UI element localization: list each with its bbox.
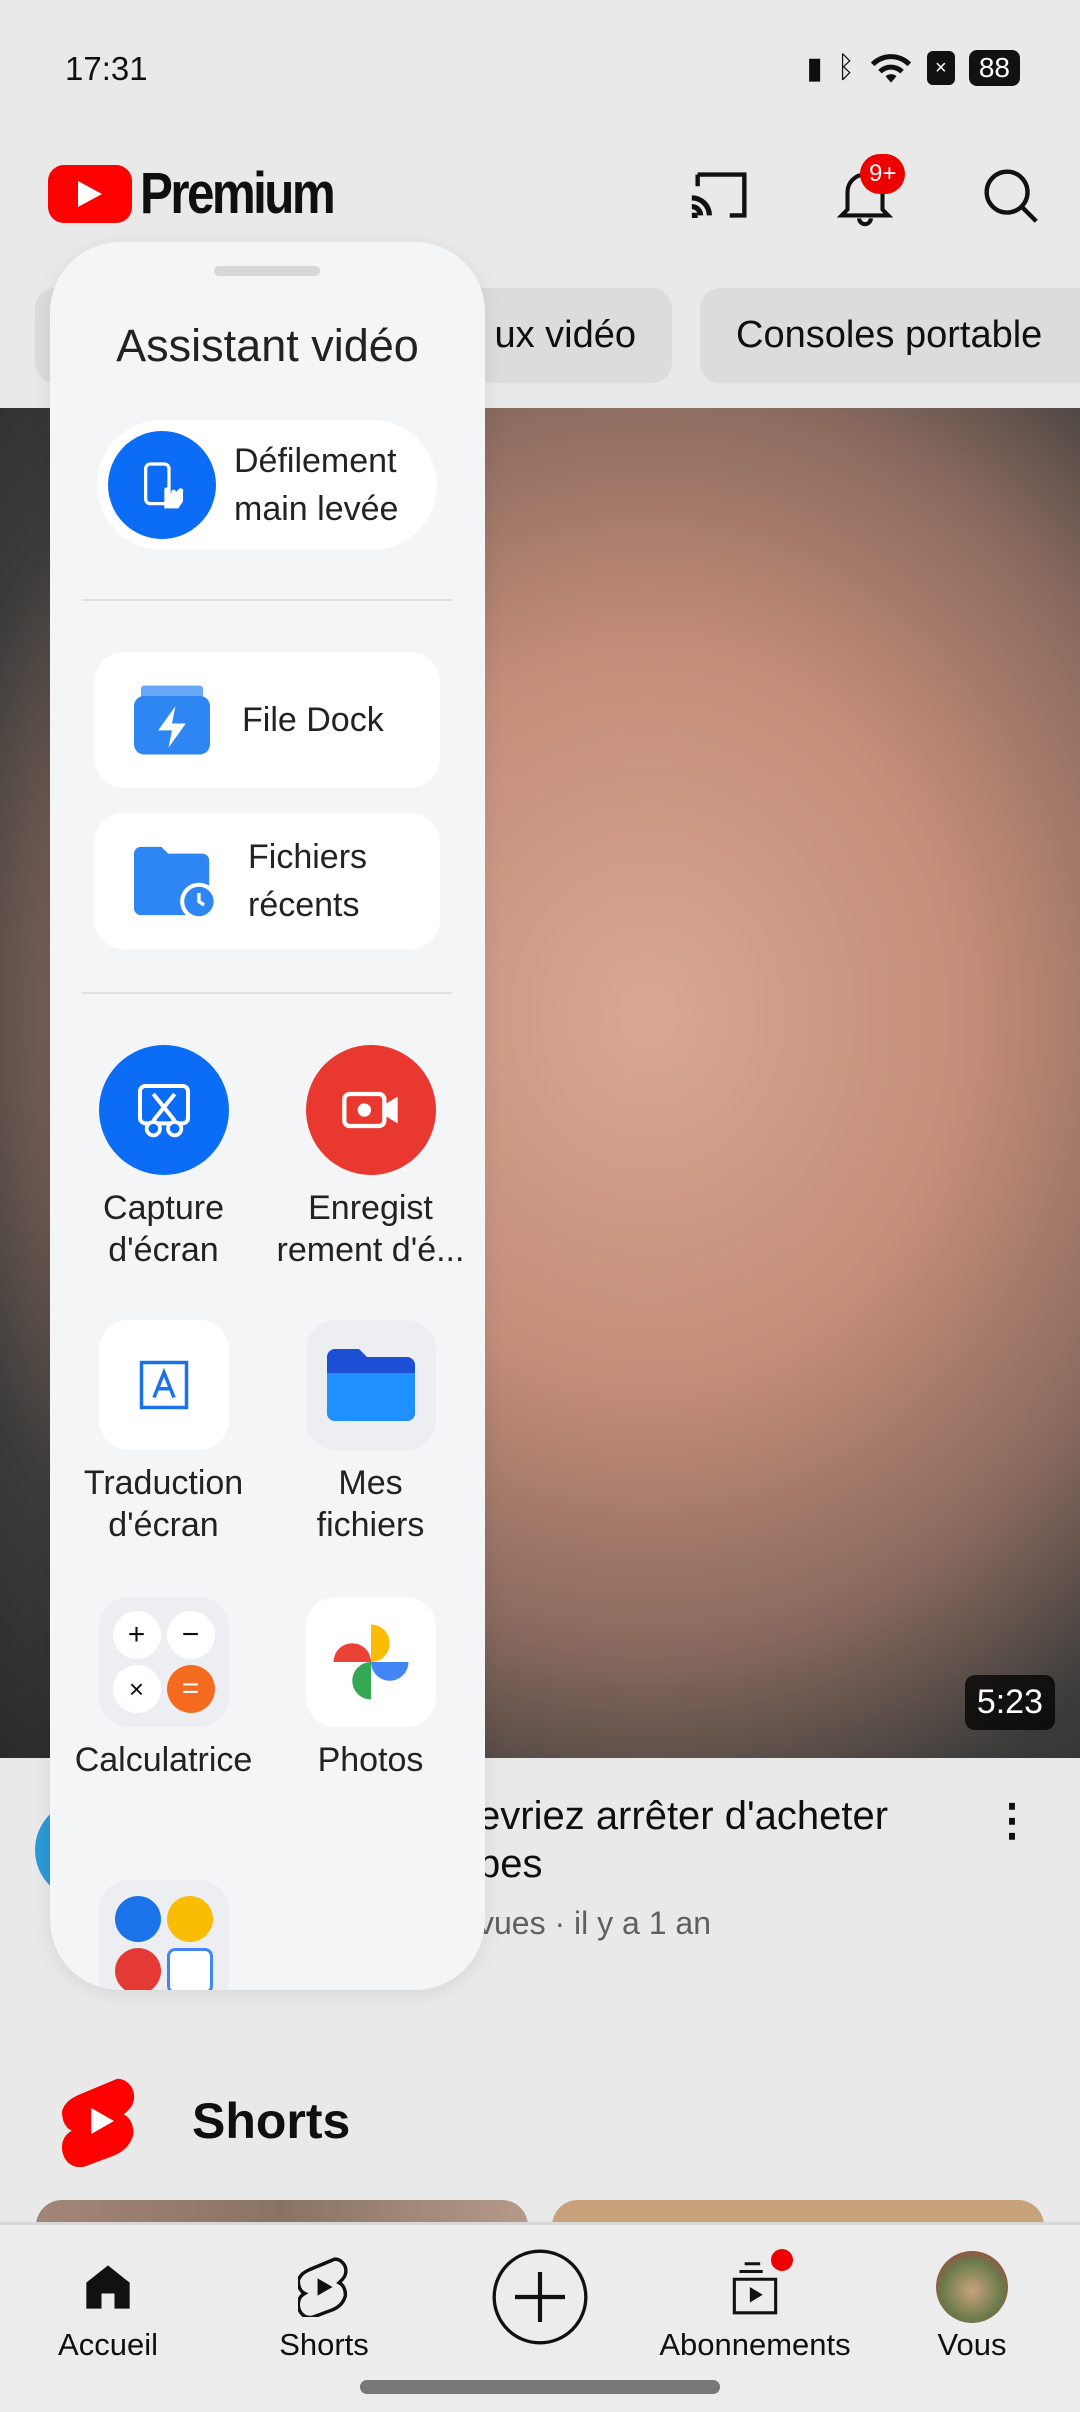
create-button[interactable] (440, 2249, 640, 2345)
video-duration: 5:23 (964, 1675, 1055, 1730)
app-calculator[interactable]: + − × = Calculatrice (60, 1597, 267, 1781)
app-label: Capture (103, 1189, 224, 1227)
pill-label-1: Défilement (234, 442, 397, 480)
search-icon[interactable] (975, 160, 1045, 230)
home-icon (8, 2247, 208, 2327)
hand-scroll-icon (108, 431, 216, 539)
nav-label: Accueil (58, 2327, 158, 2362)
video-assistant-panel: Assistant vidéo Défilement main levée Fil… (50, 242, 485, 1990)
shorts-icon (224, 2247, 424, 2327)
app-label: Calculatrice (74, 1741, 253, 1779)
screen-record-icon (305, 1045, 436, 1175)
video-meta: vues · il y a 1 an (478, 1905, 711, 1941)
create-icon (440, 2249, 640, 2345)
app-label: fichiers (316, 1506, 425, 1544)
app-label: Mes (338, 1464, 403, 1502)
nav-label: Shorts (279, 2327, 369, 2362)
calculator-icon: + − × = (98, 1597, 229, 1727)
app-label: Photos (317, 1741, 424, 1779)
pill-label-2: main levée (234, 490, 399, 528)
app-my-files[interactable]: Mes fichiers (267, 1320, 474, 1546)
app-label: Enregist (308, 1189, 433, 1227)
app-photos[interactable]: Photos (267, 1597, 474, 1781)
chip-handheld-consoles[interactable]: Consoles portable (700, 288, 1080, 383)
recent-files-button[interactable]: Fichiers récents (94, 813, 440, 949)
app-label: Traduction (83, 1464, 244, 1502)
app-screenshot[interactable]: Capture d'écran (60, 1045, 267, 1271)
screenshot-scissors-icon (98, 1045, 229, 1175)
recent-files-icon (134, 846, 218, 921)
video-title[interactable]: evriez arrêter d'acheter bes (478, 1792, 948, 1888)
folder-icon (305, 1320, 436, 1450)
more-options-icon[interactable]: ⋮ (990, 1795, 1034, 1846)
app-screen-translation[interactable]: Traduction d'écran (60, 1320, 267, 1546)
panel-title: Assistant vidéo (116, 320, 419, 371)
status-icons: ▮ ᛒ × 88 (806, 50, 1020, 86)
youtube-play-icon (48, 164, 132, 223)
logo-text: Premium (140, 161, 336, 226)
card-label: Fichiers (248, 838, 368, 876)
nav-home[interactable]: Accueil (8, 2247, 208, 2363)
shorts-logo-icon (62, 2078, 135, 2167)
divider (82, 599, 452, 601)
status-time: 17:31 (65, 50, 148, 87)
shorts-section-header: Shorts (62, 2075, 350, 2167)
nav-subscriptions[interactable]: Abonnements (655, 2247, 855, 2363)
app-label: d'écran (108, 1506, 219, 1544)
divider (82, 992, 452, 994)
app-screen-recording[interactable]: Enregist rement d'é... (267, 1045, 474, 1271)
no-sim-icon: × (926, 51, 955, 85)
home-indicator[interactable] (360, 2380, 720, 2394)
new-content-dot (771, 2249, 793, 2271)
card-label: récents (248, 886, 360, 924)
nav-label: Abonnements (659, 2327, 851, 2362)
battery-icon: 88 (968, 50, 1020, 86)
nav-label: Vous (937, 2327, 1007, 2362)
card-label: File Dock (242, 701, 384, 739)
shorts-title: Shorts (192, 2093, 351, 2149)
wifi-icon (870, 54, 912, 83)
app-label: d'écran (108, 1231, 219, 1269)
bluetooth-icon: ᛒ (836, 51, 855, 84)
nav-you[interactable]: Vous (872, 2247, 1072, 2363)
file-dock-button[interactable]: File Dock (94, 652, 440, 788)
app-label: rement d'é... (276, 1231, 465, 1269)
photos-pinwheel-icon (305, 1597, 436, 1727)
notification-badge: 9+ (860, 154, 906, 194)
file-dock-icon (134, 685, 210, 755)
drag-handle[interactable] (214, 266, 320, 276)
youtube-premium-logo[interactable]: Premium (48, 160, 367, 227)
notifications-button[interactable]: 9+ (830, 154, 906, 230)
vibrate-icon: ▮ (806, 51, 823, 85)
nav-shorts[interactable]: Shorts (224, 2247, 424, 2363)
app-folder[interactable] (60, 1880, 267, 1990)
cast-icon[interactable] (686, 160, 756, 230)
avatar (936, 2251, 1008, 2323)
freehand-scroll-button[interactable]: Défilement main levée (97, 420, 437, 550)
subscriptions-icon (655, 2247, 855, 2327)
translate-icon (98, 1320, 229, 1450)
app-folder-icon (98, 1880, 229, 1990)
